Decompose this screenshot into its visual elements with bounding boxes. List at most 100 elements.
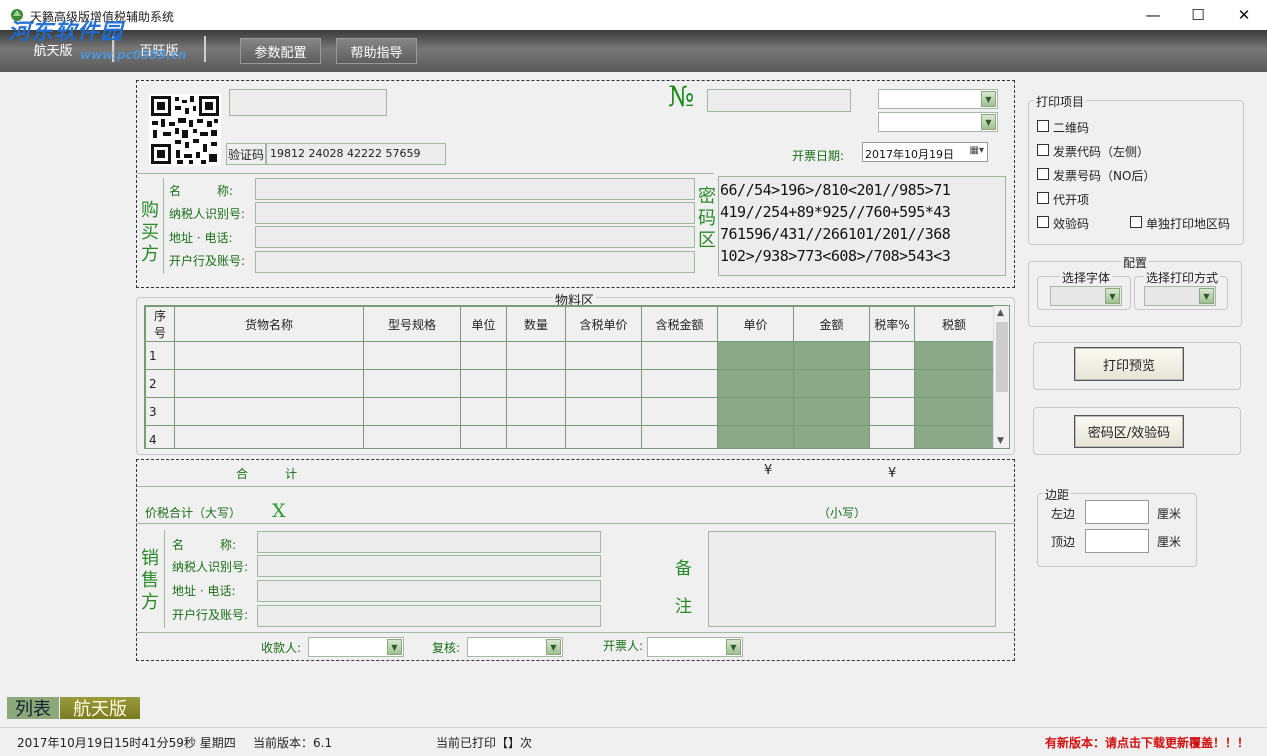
print-method-select[interactable]: ▼ xyxy=(1144,286,1216,306)
cell[interactable] xyxy=(174,341,364,370)
verify-code-label: 验证码 xyxy=(226,143,266,165)
qr-checkbox[interactable] xyxy=(1037,120,1049,132)
daikai-checkbox[interactable] xyxy=(1037,192,1049,204)
tab-hangtian-bottom[interactable]: 航天版 xyxy=(60,697,140,720)
issue-date-picker[interactable]: 2017年10月19日 ▦▾ xyxy=(862,142,988,162)
font-select[interactable]: ▼ xyxy=(1050,286,1122,306)
cell[interactable] xyxy=(460,425,507,448)
drawer-select[interactable]: ▼ xyxy=(647,637,743,657)
cell[interactable] xyxy=(460,369,507,398)
verify-checkbox[interactable] xyxy=(1037,216,1049,228)
cipher-verify-button[interactable]: 密码区/效验码 xyxy=(1074,415,1184,448)
cell[interactable] xyxy=(641,341,718,370)
buyer-side-label: 购买方 xyxy=(141,200,159,265)
cell[interactable] xyxy=(174,397,364,426)
scroll-up-icon[interactable]: ▲ xyxy=(997,308,1004,318)
invoice-type-select-2[interactable]: ▼ xyxy=(878,112,998,132)
cell[interactable] xyxy=(174,425,364,448)
params-config-button[interactable]: 参数配置 xyxy=(240,38,321,64)
cell[interactable] xyxy=(565,341,642,370)
scrollbar-thumb[interactable] xyxy=(996,322,1008,392)
cell[interactable] xyxy=(363,369,461,398)
scroll-down-icon[interactable]: ▼ xyxy=(997,436,1004,446)
cell[interactable] xyxy=(363,425,461,448)
qr-checkbox-label: 二维码 xyxy=(1053,121,1090,135)
col-header-amount: 金额 xyxy=(793,306,870,342)
reviewer-select[interactable]: ▼ xyxy=(467,637,563,657)
qr-code-icon xyxy=(149,94,221,166)
cell[interactable] xyxy=(460,397,507,426)
remark-field[interactable] xyxy=(708,531,996,627)
cell[interactable] xyxy=(641,369,718,398)
cipher-line: 761596/431//266101/201//368 xyxy=(720,225,951,243)
goods-table: 序号 货物名称 型号规格 单位 数量 含税单价 含税金额 单价 金额 税率% 税… xyxy=(145,306,994,448)
print-preview-button[interactable]: 打印预览 xyxy=(1074,347,1184,381)
chevron-down-icon: ▼ xyxy=(387,639,402,655)
seller-bottom-line xyxy=(137,632,1014,633)
table-row[interactable]: 4 xyxy=(145,425,994,448)
chevron-down-icon: ▼ xyxy=(1199,288,1214,304)
code-left-checkbox[interactable] xyxy=(1037,144,1049,156)
close-button[interactable]: ✕ xyxy=(1222,0,1266,30)
cell[interactable] xyxy=(363,397,461,426)
seller-taxid-label: 纳税人识别号: xyxy=(172,560,249,574)
cell[interactable] xyxy=(565,369,642,398)
seller-address-field[interactable] xyxy=(257,580,601,602)
cell xyxy=(914,425,994,448)
table-row[interactable]: 2 xyxy=(145,369,994,398)
total-tax-yen: ¥ xyxy=(888,466,897,481)
cell[interactable] xyxy=(641,397,718,426)
buyer-address-field[interactable] xyxy=(255,226,695,248)
cell[interactable] xyxy=(641,425,718,448)
seller-bank-field[interactable] xyxy=(257,605,601,627)
status-update-link[interactable]: 有新版本：请点击下载更新覆盖！！！ xyxy=(1045,734,1249,751)
cell[interactable] xyxy=(363,341,461,370)
goods-scrollbar[interactable]: ▲ ▼ xyxy=(993,306,1009,448)
invoice-type-select-1[interactable]: ▼ xyxy=(878,89,998,109)
cell[interactable] xyxy=(506,425,566,448)
cipher-line: 102>/938>773<608>/708>543<3 xyxy=(720,247,951,265)
help-guide-button[interactable]: 帮助指导 xyxy=(336,38,417,64)
payee-select[interactable]: ▼ xyxy=(308,637,404,657)
buyer-name-field[interactable] xyxy=(255,178,695,200)
margin-top-input[interactable] xyxy=(1085,529,1149,553)
single-region-checkbox[interactable] xyxy=(1130,216,1142,228)
cell[interactable] xyxy=(869,397,915,426)
cell[interactable] xyxy=(869,369,915,398)
cell[interactable] xyxy=(869,425,915,448)
maximize-button[interactable]: ☐ xyxy=(1176,0,1220,30)
seller-side-label: 销售方 xyxy=(141,548,159,613)
cell[interactable] xyxy=(506,397,566,426)
cell[interactable] xyxy=(506,369,566,398)
buyer-taxid-field[interactable] xyxy=(255,202,695,224)
invoice-number-field[interactable] xyxy=(707,89,851,112)
status-datetime: 2017年10月19日15时41分59秒 星期四 xyxy=(17,736,236,750)
watermark-logo: 河东软件园 xyxy=(8,20,124,45)
number-after-checkbox[interactable] xyxy=(1037,168,1049,180)
goods-table-wrapper[interactable]: 序号 货物名称 型号规格 单位 数量 含税单价 含税金额 单价 金额 税率% 税… xyxy=(144,305,1010,449)
cipher-area: 66//54>196>/810<201//985>71 419//254+89*… xyxy=(718,176,1006,276)
buyer-name-label: 名 称: xyxy=(169,184,234,198)
cell[interactable] xyxy=(460,341,507,370)
buyer-top-line xyxy=(137,173,714,174)
cipher-line: 419//254+89*925//760+595*43 xyxy=(720,203,951,221)
minimize-button[interactable]: — xyxy=(1131,0,1175,30)
cell[interactable] xyxy=(174,369,364,398)
status-printed-count: 当前已打印【】次 xyxy=(436,736,533,750)
table-row[interactable]: 1 xyxy=(145,341,994,370)
buyer-bank-field[interactable] xyxy=(255,251,695,273)
cell[interactable] xyxy=(565,397,642,426)
reviewer-label: 复核: xyxy=(432,641,461,655)
calendar-icon: ▦▾ xyxy=(969,145,984,156)
cell[interactable] xyxy=(565,425,642,448)
cell[interactable] xyxy=(506,341,566,370)
verify-checkbox-label: 效验码 xyxy=(1053,217,1090,231)
table-row[interactable]: 3 xyxy=(145,397,994,426)
payee-label: 收款人: xyxy=(261,641,302,655)
seller-name-field[interactable] xyxy=(257,531,601,553)
invoice-code-field[interactable] xyxy=(229,89,387,116)
seller-taxid-field[interactable] xyxy=(257,555,601,577)
margin-left-input[interactable] xyxy=(1085,500,1149,524)
tab-list[interactable]: 列表 xyxy=(7,697,59,720)
cell[interactable] xyxy=(869,341,915,370)
